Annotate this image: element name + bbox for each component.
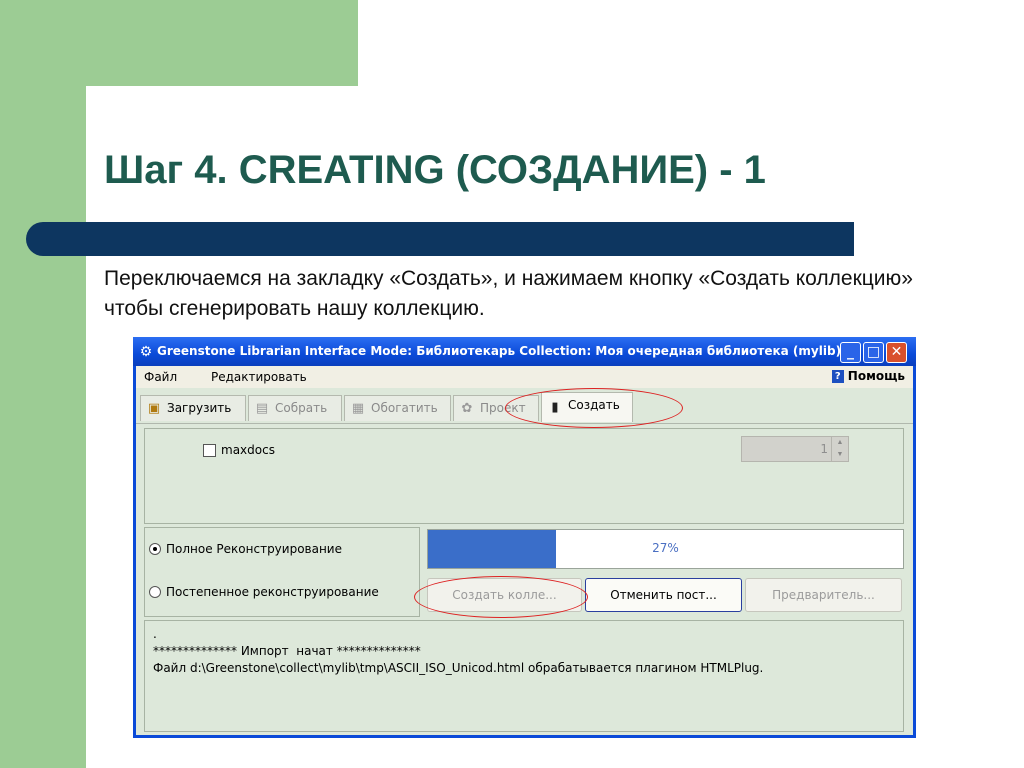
maxdocs-spinner[interactable]: 1 ▲ ▼ <box>741 436 849 462</box>
tab-label: Загрузить <box>167 401 232 415</box>
full-rebuild-label: Полное Реконструирование <box>166 542 342 556</box>
app-window: ⚙ Greenstone Librarian Interface Mode: Б… <box>133 337 916 738</box>
window-content: Файл Редактировать ? Помощь ▣ Загрузить ▤… <box>136 366 913 735</box>
tab-gather[interactable]: ▣ Загрузить <box>140 395 246 421</box>
maximize-button[interactable]: □ <box>863 342 884 363</box>
menu-bar: Файл Редактировать ? Помощь <box>136 366 913 388</box>
tab-label: Обогатить <box>371 401 438 415</box>
build-log[interactable]: . ************** Импорт начат **********… <box>144 620 904 732</box>
build-progress-bar: 27% <box>427 529 904 569</box>
build-collection-button[interactable]: Создать колле... <box>427 578 582 612</box>
incremental-rebuild-label: Постепенное реконструирование <box>166 585 379 599</box>
menu-help[interactable]: ? Помощь <box>831 369 905 383</box>
create-icon: ▮ <box>551 400 559 415</box>
tab-strip: ▣ Загрузить ▤ Собрать ▦ Обогатить ✿ Прое… <box>136 388 913 424</box>
spinner-arrows-icon[interactable]: ▲ ▼ <box>831 437 848 461</box>
slide-title: Шаг 4. CREATING (СОЗДАНИЕ) - 1 <box>104 148 766 192</box>
format-icon: ✿ <box>461 401 473 416</box>
title-underline-bar <box>26 222 854 256</box>
tab-label: Собрать <box>275 401 328 415</box>
menu-edit[interactable]: Редактировать <box>211 370 307 384</box>
window-titlebar[interactable]: ⚙ Greenstone Librarian Interface Mode: Б… <box>133 337 916 366</box>
menu-help-label: Помощь <box>847 369 905 383</box>
progress-text: 27% <box>652 541 679 555</box>
gather-icon: ▣ <box>147 401 161 416</box>
help-icon: ? <box>831 370 844 383</box>
preview-button[interactable]: Предваритель... <box>745 578 902 612</box>
minimize-button[interactable]: _ <box>840 342 861 363</box>
tab-create[interactable]: ▮ Создать <box>541 392 633 422</box>
design-icon: ▦ <box>351 401 365 416</box>
maxdocs-label: maxdocs <box>221 443 275 457</box>
tab-format[interactable]: ✿ Проект <box>453 395 539 421</box>
menu-file[interactable]: Файл <box>144 370 177 384</box>
window-title: Greenstone Librarian Interface Mode: Биб… <box>157 344 842 358</box>
full-rebuild-radio[interactable] <box>149 543 161 555</box>
maxdocs-value: 1 <box>820 442 828 456</box>
slide-background-top <box>0 0 358 86</box>
close-button[interactable]: ✕ <box>886 342 907 363</box>
cancel-build-button[interactable]: Отменить пост... <box>585 578 742 612</box>
options-panel: maxdocs 1 ▲ ▼ <box>144 428 904 524</box>
tab-enrich[interactable]: ▤ Собрать <box>248 395 342 421</box>
rebuild-panel: Полное Реконструирование Постепенное рек… <box>144 527 420 617</box>
slide-text: Переключаемся на закладку «Создать», и н… <box>104 267 913 320</box>
slide-background-left <box>0 0 86 768</box>
app-icon: ⚙ <box>139 343 153 359</box>
enrich-icon: ▤ <box>255 401 269 416</box>
tab-label: Проект <box>480 401 526 415</box>
maxdocs-checkbox[interactable] <box>203 444 216 457</box>
tab-design[interactable]: ▦ Обогатить <box>344 395 451 421</box>
incremental-rebuild-radio[interactable] <box>149 586 161 598</box>
tab-label: Создать <box>568 398 620 412</box>
